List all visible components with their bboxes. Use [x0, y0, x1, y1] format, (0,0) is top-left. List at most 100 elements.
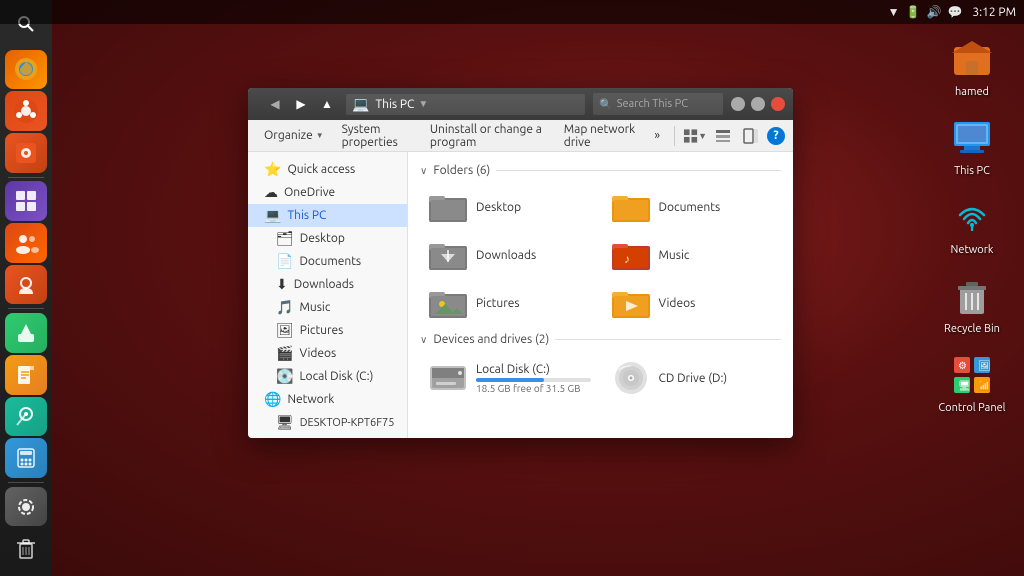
- taskbar-people-icon[interactable]: [5, 223, 47, 263]
- desktop-icon-this-pc[interactable]: This PC: [932, 114, 1012, 177]
- help-button[interactable]: ?: [767, 127, 785, 145]
- sidebar-item-local-disk[interactable]: 💽 Local Disk (C:): [248, 365, 407, 388]
- drive-bar-fill: [476, 378, 544, 382]
- folder-item-music[interactable]: ♪ Music: [603, 233, 782, 277]
- cd-drive-d-icon: [611, 360, 651, 396]
- sidebar-item-documents[interactable]: 📄 Documents: [248, 250, 407, 273]
- vboxsvr-icon: 🖥: [276, 437, 294, 438]
- taskbar-ubuntu-icon[interactable]: [5, 91, 47, 131]
- view-details-button[interactable]: [711, 124, 735, 148]
- map-network-button[interactable]: Map network drive: [556, 120, 645, 152]
- sidebar-item-onedrive[interactable]: ☁ OneDrive: [248, 181, 407, 204]
- more-button[interactable]: »: [646, 126, 668, 145]
- svg-text:♪: ♪: [624, 253, 630, 266]
- minimize-button[interactable]: [731, 97, 745, 111]
- taskbar-paint-icon[interactable]: [5, 313, 47, 353]
- sidebar-item-vboxsvr[interactable]: 🖥 VBOXSVR: [248, 434, 407, 438]
- hamed-icon: [948, 35, 996, 83]
- drives-chevron[interactable]: ∨: [420, 334, 427, 346]
- documents-sidebar-icon: 📄: [276, 253, 293, 270]
- taskbar-trash-icon[interactable]: [5, 528, 47, 568]
- videos-folder-icon: [611, 287, 651, 319]
- music-folder-label: Music: [659, 249, 690, 262]
- folder-item-downloads[interactable]: Downloads: [420, 233, 599, 277]
- desktop-icon-recycle-bin[interactable]: Recycle Bin: [932, 272, 1012, 335]
- sidebar-item-network[interactable]: 🌐 Network: [248, 388, 407, 411]
- breadcrumb-bar[interactable]: 💻 This PC ▼: [346, 94, 585, 115]
- taskbar-privacy-icon[interactable]: [5, 265, 47, 305]
- view-tiles-button[interactable]: ▼: [683, 124, 707, 148]
- folder-item-desktop[interactable]: Desktop: [420, 185, 599, 229]
- desktop-folder-label: Desktop: [476, 201, 521, 214]
- folder-item-documents[interactable]: Documents: [603, 185, 782, 229]
- breadcrumb-icon: 💻: [352, 96, 369, 113]
- notifications-icon: 💬: [947, 5, 962, 19]
- documents-folder-icon: [611, 191, 651, 223]
- quick-access-icon: ⭐: [264, 161, 281, 178]
- drives-section-title: Devices and drives (2): [433, 333, 549, 346]
- downloads-folder-icon: [428, 239, 468, 271]
- sidebar-item-desktop[interactable]: 🗂 Desktop: [248, 227, 407, 250]
- sidebar-item-videos[interactable]: 🎬 Videos: [248, 342, 407, 365]
- recycle-bin-label: Recycle Bin: [944, 323, 1000, 335]
- uninstall-button[interactable]: Uninstall or change a program: [422, 120, 554, 152]
- forward-button[interactable]: ▶: [290, 93, 312, 115]
- sidebar-item-music[interactable]: 🎵 Music: [248, 296, 407, 319]
- folders-chevron[interactable]: ∨: [420, 165, 427, 177]
- organize-dropdown-arrow: ▼: [316, 131, 324, 140]
- desktop-icon-control-panel[interactable]: ⚙ 🖼 🖥 📶 Control Panel: [932, 351, 1012, 414]
- drive-item-d[interactable]: CD Drive (D:): [603, 354, 782, 402]
- back-button[interactable]: ◀: [264, 93, 286, 115]
- up-button[interactable]: ▲: [316, 93, 338, 115]
- this-pc-sidebar-icon: 💻: [264, 207, 281, 224]
- taskbar-settings-icon[interactable]: [5, 487, 47, 527]
- maximize-button[interactable]: [751, 97, 765, 111]
- window-titlebar: ◀ ▶ ▲ 💻 This PC ▼ 🔍 Search This PC: [248, 88, 793, 120]
- sidebar-item-desktop-kpt[interactable]: 🖥 DESKTOP-KPT6F75: [248, 411, 407, 434]
- local-disk-c-icon: [428, 360, 468, 396]
- desktop-folder-icon: [428, 191, 468, 223]
- desktop-icon-hamed[interactable]: hamed: [932, 35, 1012, 98]
- preview-pane-button[interactable]: [739, 124, 763, 148]
- control-panel-icon: ⚙ 🖼 🖥 📶: [948, 351, 996, 399]
- sidebar-item-downloads[interactable]: ⬇ Downloads: [248, 273, 407, 296]
- taskbar-apps-icon[interactable]: [5, 181, 47, 221]
- downloads-sidebar-icon: ⬇: [276, 276, 288, 293]
- music-sidebar-icon: 🎵: [276, 299, 293, 316]
- organize-button[interactable]: Organize ▼: [256, 126, 332, 145]
- window-controls: [731, 97, 785, 111]
- system-properties-button[interactable]: System properties: [334, 120, 420, 152]
- local-disk-c-space: 18.5 GB free of 31.5 GB: [476, 383, 591, 394]
- svg-text:🖼: 🖼: [978, 360, 991, 371]
- sidebar-item-pictures[interactable]: 🖼 Pictures: [248, 319, 407, 342]
- drives-grid: Local Disk (C:) 18.5 GB free of 31.5 GB: [420, 354, 781, 402]
- desktop-kpt-icon: 🖥: [276, 414, 294, 431]
- taskbar-firefox-icon[interactable]: [5, 50, 47, 90]
- svg-text:📶: 📶: [978, 379, 990, 392]
- explorer-window: ◀ ▶ ▲ 💻 This PC ▼ 🔍 Search This PC: [248, 88, 793, 438]
- taskbar-file-icon[interactable]: [5, 355, 47, 395]
- taskbar-map-icon[interactable]: [5, 397, 47, 437]
- this-pc-label: This PC: [954, 165, 990, 177]
- system-tray: ▼ 🔋 🔊 💬 3:12 PM: [0, 0, 1024, 24]
- taskbar-software-icon[interactable]: [5, 133, 47, 173]
- sidebar-item-this-pc[interactable]: 💻 This PC: [248, 204, 407, 227]
- folder-item-videos[interactable]: Videos: [603, 281, 782, 325]
- documents-folder-label: Documents: [659, 201, 721, 214]
- sidebar-item-quick-access[interactable]: ⭐ Quick access: [248, 158, 407, 181]
- folder-item-pictures[interactable]: Pictures: [420, 281, 599, 325]
- search-bar[interactable]: 🔍 Search This PC: [593, 93, 723, 115]
- system-time: 3:12 PM: [972, 6, 1016, 19]
- network-icon: [948, 193, 996, 241]
- network-sidebar-icon: 🌐: [264, 391, 281, 408]
- desktop: ▼ 🔋 🔊 💬 3:12 PM: [0, 0, 1024, 576]
- close-button[interactable]: [771, 97, 785, 111]
- drive-item-c[interactable]: Local Disk (C:) 18.5 GB free of 31.5 GB: [420, 354, 599, 402]
- network-label: Network: [951, 244, 994, 256]
- hamed-label: hamed: [955, 86, 989, 98]
- taskbar-sep-2: [8, 308, 44, 309]
- taskbar-calc-icon[interactable]: [5, 438, 47, 478]
- network-tray-icon: ▼: [888, 5, 900, 19]
- breadcrumb-dropdown[interactable]: ▼: [418, 98, 428, 110]
- desktop-icon-network[interactable]: Network: [932, 193, 1012, 256]
